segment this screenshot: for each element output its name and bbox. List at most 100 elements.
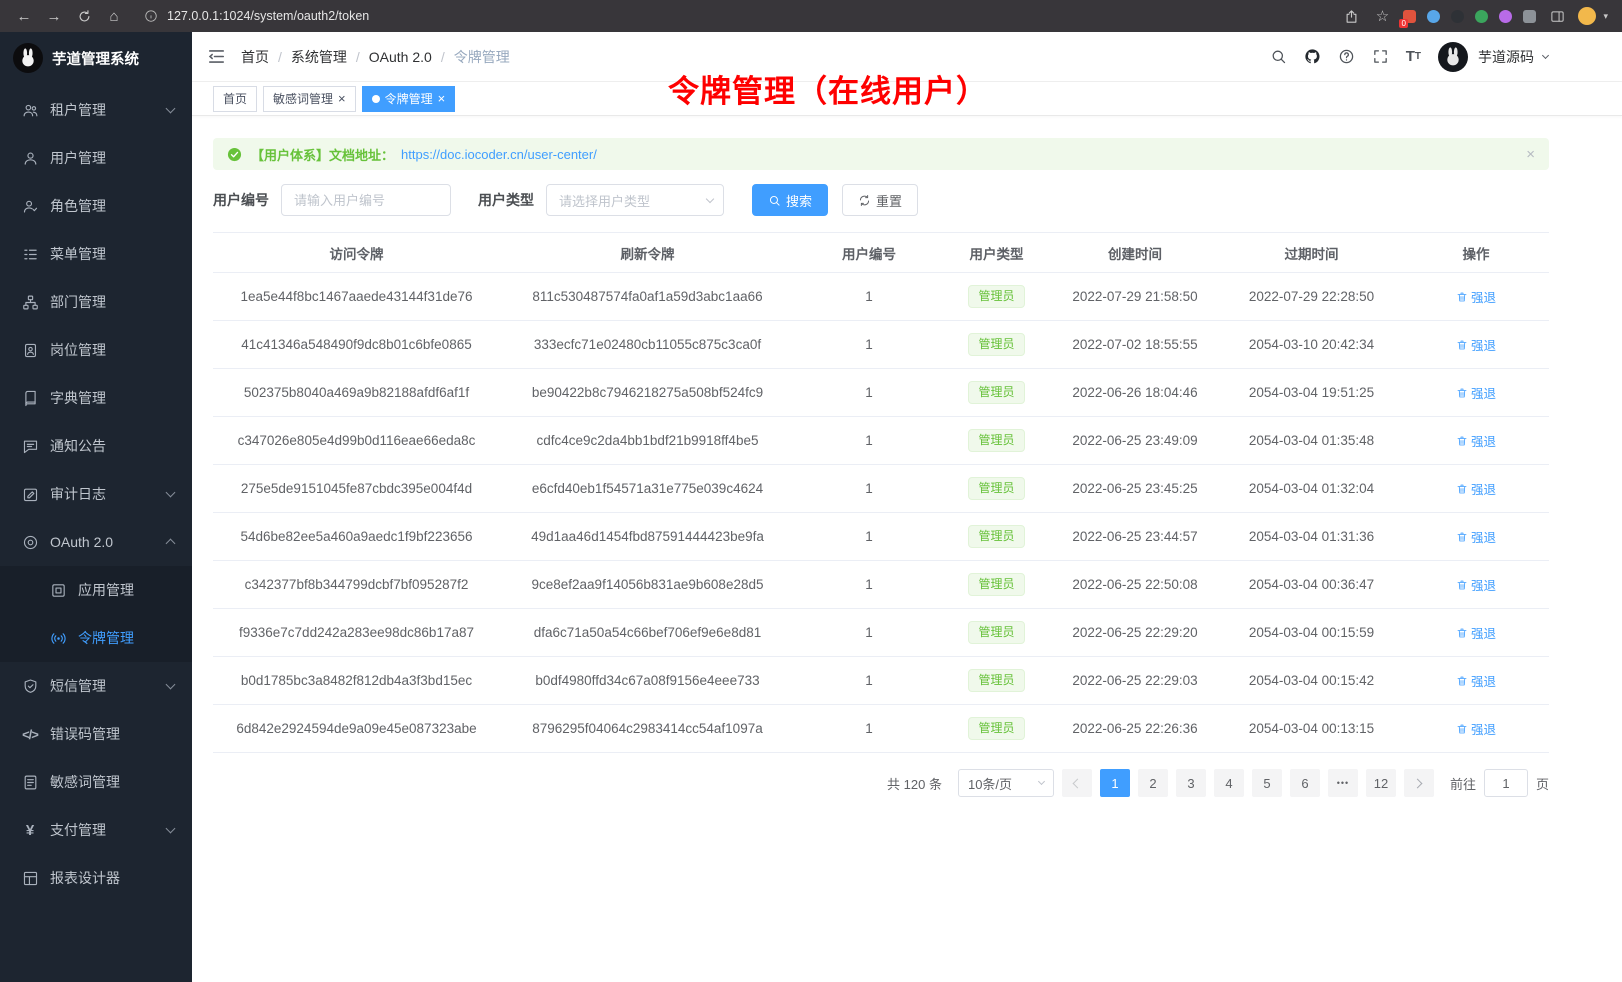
- column-header: 用户类型: [943, 233, 1050, 273]
- sidebar-item-role[interactable]: 角色管理: [0, 182, 192, 230]
- sidebar-item-audit-log[interactable]: 审计日志: [0, 470, 192, 518]
- page-button-6[interactable]: 6: [1290, 769, 1320, 797]
- trash-icon: [1456, 339, 1468, 351]
- sidebar-item-oauth2-app[interactable]: 应用管理: [0, 566, 192, 614]
- tab-label: 首页: [223, 90, 247, 107]
- extension-badge: 0: [1399, 19, 1407, 28]
- sidebar-item-label: 用户管理: [50, 148, 174, 168]
- sidebar-item-oauth2[interactable]: OAuth 2.0: [0, 518, 192, 566]
- prev-page-button[interactable]: [1062, 769, 1092, 797]
- tab-home[interactable]: 首页: [213, 86, 257, 112]
- force-logout-button[interactable]: 强退: [1456, 431, 1496, 450]
- browser-forward-button[interactable]: →: [40, 3, 68, 29]
- page-button-1[interactable]: 1: [1100, 769, 1130, 797]
- sidebar-item-tenant[interactable]: 租户管理: [0, 86, 192, 134]
- force-logout-button[interactable]: 强退: [1456, 335, 1496, 354]
- user-id-label: 用户编号: [213, 190, 269, 210]
- expire-time-cell: 2054-03-04 00:13:15: [1220, 705, 1403, 753]
- close-icon[interactable]: ×: [1526, 146, 1535, 163]
- goto-suffix: 页: [1536, 774, 1549, 793]
- sidebar-item-report-designer[interactable]: 报表设计器: [0, 854, 192, 902]
- help-icon[interactable]: [1338, 48, 1355, 65]
- breadcrumb-item[interactable]: OAuth 2.0: [369, 49, 432, 65]
- force-logout-button[interactable]: 强退: [1456, 575, 1496, 594]
- chevron-up-icon: [166, 539, 176, 549]
- search-icon[interactable]: [1270, 48, 1287, 65]
- user-avatar[interactable]: [1438, 42, 1468, 72]
- app-logo[interactable]: 芋道管理系统: [0, 32, 192, 84]
- reset-button-label: 重置: [876, 191, 902, 210]
- page-button-3[interactable]: 3: [1176, 769, 1206, 797]
- sidebar-item-dict[interactable]: 字典管理: [0, 374, 192, 422]
- tab-sensitive-word[interactable]: 敏感词管理×: [263, 86, 356, 112]
- table-row: 502375b8040a469a9b82188afdf6af1fbe90422b…: [213, 369, 1549, 417]
- extension-icon[interactable]: [1499, 10, 1512, 23]
- breadcrumb-item[interactable]: 系统管理: [291, 47, 347, 67]
- chevron-down-icon[interactable]: ▾: [1603, 11, 1608, 22]
- force-logout-button[interactable]: 强退: [1456, 383, 1496, 402]
- page-button-5[interactable]: 5: [1252, 769, 1282, 797]
- sidebar-item-oauth2-token[interactable]: 令牌管理: [0, 614, 192, 662]
- fullscreen-icon[interactable]: [1372, 48, 1389, 65]
- address-bar[interactable]: 127.0.0.1:1024/system/oauth2/token: [144, 9, 1325, 23]
- browser-back-button[interactable]: ←: [10, 3, 38, 29]
- force-logout-button[interactable]: 强退: [1456, 527, 1496, 546]
- action-cell: 强退: [1403, 561, 1549, 609]
- extension-icon[interactable]: [1427, 10, 1440, 23]
- force-logout-button[interactable]: 强退: [1456, 479, 1496, 498]
- sidebar-menu: 租户管理用户管理角色管理菜单管理部门管理岗位管理字典管理通知公告审计日志OAut…: [0, 84, 192, 982]
- tab-token[interactable]: 令牌管理×: [362, 86, 456, 112]
- font-size-icon[interactable]: TT: [1406, 48, 1421, 65]
- pagination-more-button[interactable]: •••: [1328, 769, 1358, 797]
- refresh-token-cell: 49d1aa46d1454fbd87591444423be9fa: [500, 513, 795, 561]
- browser-profile-avatar[interactable]: [1578, 7, 1596, 25]
- breadcrumb-item[interactable]: 首页: [241, 47, 269, 67]
- user-id-cell: 1: [795, 273, 943, 321]
- close-icon[interactable]: ×: [438, 93, 446, 105]
- sidebar-item-dept[interactable]: 部门管理: [0, 278, 192, 326]
- next-page-button[interactable]: [1404, 769, 1434, 797]
- force-logout-button[interactable]: 强退: [1456, 287, 1496, 306]
- sidebar-item-menu[interactable]: 菜单管理: [0, 230, 192, 278]
- column-header: 刷新令牌: [500, 233, 795, 273]
- sidebar-item-post[interactable]: 岗位管理: [0, 326, 192, 374]
- user-id-input[interactable]: [281, 184, 451, 216]
- bookmark-button[interactable]: ☆: [1372, 3, 1392, 29]
- user-name[interactable]: 芋道源码: [1478, 47, 1534, 67]
- trash-icon: [1456, 483, 1468, 495]
- user-id-cell: 1: [795, 609, 943, 657]
- sidebar-item-user[interactable]: 用户管理: [0, 134, 192, 182]
- sidebar-item-error-code[interactable]: </>错误码管理: [0, 710, 192, 758]
- access-token-cell: f9336e7c7dd242a283ee98dc86b17a87: [213, 609, 500, 657]
- created-time-cell: 2022-06-25 23:49:09: [1050, 417, 1220, 465]
- page-size-select[interactable]: 10条/页: [958, 769, 1054, 797]
- sidebar-item-pay[interactable]: ¥支付管理: [0, 806, 192, 854]
- page-button-12[interactable]: 12: [1366, 769, 1396, 797]
- page-button-4[interactable]: 4: [1214, 769, 1244, 797]
- sidebar-item-label: 角色管理: [50, 196, 174, 216]
- alert-doc-link[interactable]: https://doc.iocoder.cn/user-center/: [401, 147, 597, 162]
- sidebar-item-sms[interactable]: 短信管理: [0, 662, 192, 710]
- force-logout-button[interactable]: 强退: [1456, 623, 1496, 642]
- page-button-2[interactable]: 2: [1138, 769, 1168, 797]
- sidebar-item-sensitive-word[interactable]: 敏感词管理: [0, 758, 192, 806]
- share-button[interactable]: [1341, 3, 1361, 29]
- access-token-cell: b0d1785bc3a8482f812db4a3f3bd15ec: [213, 657, 500, 705]
- extensions-puzzle-icon[interactable]: [1523, 10, 1536, 23]
- goto-page-input[interactable]: [1484, 769, 1528, 797]
- extension-icon[interactable]: 0: [1403, 10, 1416, 23]
- extension-icon[interactable]: [1451, 10, 1464, 23]
- sidebar-item-notice[interactable]: 通知公告: [0, 422, 192, 470]
- force-logout-button[interactable]: 强退: [1456, 671, 1496, 690]
- search-button[interactable]: 搜索: [752, 184, 828, 216]
- force-logout-button[interactable]: 强退: [1456, 719, 1496, 738]
- sidebar-toggle-icon[interactable]: [1547, 3, 1567, 29]
- extension-icon[interactable]: [1475, 10, 1488, 23]
- browser-reload-button[interactable]: [70, 3, 98, 29]
- github-icon[interactable]: [1304, 48, 1321, 65]
- user-type-select[interactable]: 请选择用户类型: [546, 184, 724, 216]
- hamburger-icon[interactable]: [207, 47, 226, 66]
- close-icon[interactable]: ×: [338, 93, 346, 105]
- reset-button[interactable]: 重置: [842, 184, 918, 216]
- browser-home-button[interactable]: ⌂: [100, 3, 128, 29]
